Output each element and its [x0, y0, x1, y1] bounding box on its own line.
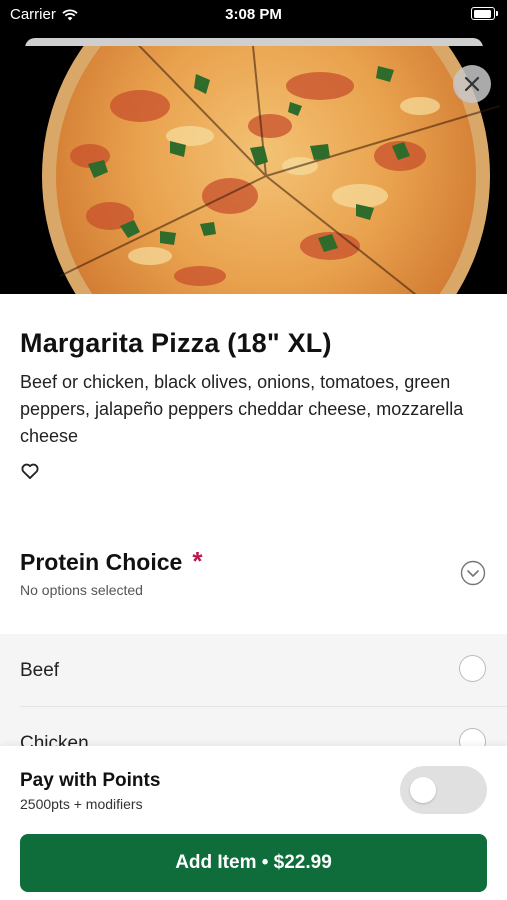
item-description: Beef or chicken, black olives, onions, t…	[20, 372, 464, 446]
required-marker: *	[192, 546, 203, 576]
protein-options-list: Beef Chicken	[0, 634, 507, 754]
order-footer: Pay with Points 2500pts + modifiers Add …	[0, 746, 507, 900]
option-label: Beef	[20, 660, 60, 681]
protein-choice-title: Protein Choice	[20, 549, 183, 575]
item-image	[0, 46, 507, 294]
close-button[interactable]	[453, 65, 491, 103]
chevron-down-icon[interactable]	[460, 560, 486, 586]
pay-with-points-title: Pay with Points	[20, 770, 161, 791]
toggle-knob	[410, 777, 436, 803]
radio-button[interactable]	[459, 655, 486, 682]
battery-icon	[471, 7, 498, 20]
item-title: Margarita Pizza (18" XL)	[20, 328, 332, 358]
heart-icon[interactable]	[20, 461, 40, 481]
add-item-button[interactable]: Add Item • $22.99	[20, 834, 487, 892]
status-time: 3:08 PM	[225, 6, 282, 23]
protein-choice-status: No options selected	[20, 582, 143, 598]
protein-choice-header[interactable]: Protein Choice * No options selected	[20, 546, 490, 606]
status-bar: Carrier 3:08 PM	[0, 0, 507, 30]
close-icon	[464, 76, 480, 92]
option-row-beef[interactable]: Beef	[0, 634, 507, 707]
pizza-image	[0, 46, 507, 294]
pay-with-points-toggle[interactable]	[400, 766, 487, 814]
pay-with-points-subtitle: 2500pts + modifiers	[20, 796, 143, 812]
